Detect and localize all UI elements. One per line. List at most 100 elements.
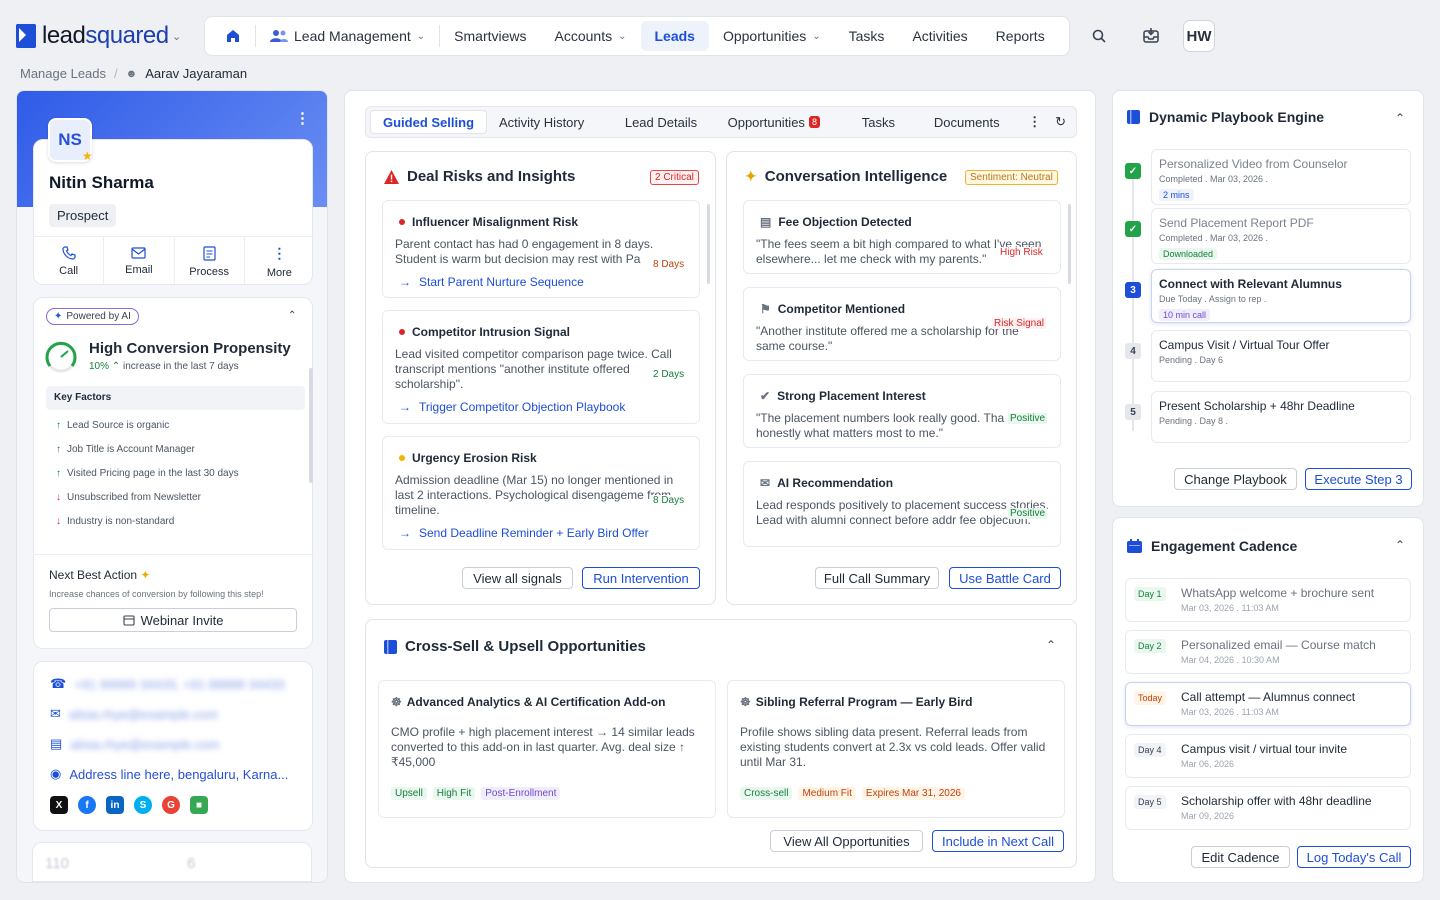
warning-icon bbox=[384, 169, 399, 184]
address-row[interactable]: ◉ Address line here, bengaluru, Karna... bbox=[50, 766, 288, 782]
breadcrumb-root[interactable]: Manage Leads bbox=[20, 66, 106, 81]
home-icon bbox=[225, 28, 241, 44]
more-button[interactable]: ⋮ More bbox=[245, 237, 314, 286]
playbook-step[interactable]: Personalized Video from Counselor Comple… bbox=[1151, 149, 1411, 205]
collapse-icon[interactable]: ⌃ bbox=[1395, 538, 1405, 552]
call-button[interactable]: Call bbox=[34, 237, 105, 286]
scrollbar[interactable] bbox=[309, 368, 313, 483]
user-avatar[interactable]: HW bbox=[1183, 20, 1215, 52]
log-todays-call-button[interactable]: Log Today's Call bbox=[1297, 846, 1411, 868]
home-button[interactable] bbox=[211, 21, 255, 51]
playbook-step-current[interactable]: Connect with Relevant Alumnus Due Today … bbox=[1151, 269, 1411, 323]
module-label: Lead Management bbox=[294, 28, 411, 44]
start-parent-nurture-link[interactable]: → Start Parent Nurture Sequence bbox=[399, 275, 584, 289]
conversation-intelligence-panel: ✦ Conversation Intelligence Sentiment: N… bbox=[726, 151, 1077, 605]
tab-tasks[interactable]: Tasks bbox=[843, 110, 913, 134]
view-all-signals-button[interactable]: View all signals bbox=[462, 567, 573, 589]
opportunity-card[interactable]: ☸ Sibling Referral Program — Early Bird P… bbox=[727, 680, 1065, 818]
process-button[interactable]: Process bbox=[175, 237, 245, 286]
webinar-invite-button[interactable]: Webinar Invite bbox=[49, 608, 297, 632]
check-icon: ✓ bbox=[1125, 221, 1141, 237]
mail-icon: ✉ bbox=[50, 706, 61, 721]
phone-icon: ☎ bbox=[50, 676, 67, 691]
arrow-down-icon: ↓ bbox=[56, 492, 61, 503]
email-button[interactable]: Email bbox=[104, 237, 175, 286]
scrollbar[interactable] bbox=[1068, 204, 1071, 284]
edit-cadence-button[interactable]: Edit Cadence bbox=[1191, 846, 1290, 868]
cadence-item[interactable]: Day 1 WhatsApp welcome + brochure sent M… bbox=[1125, 578, 1411, 622]
playbook-step[interactable]: Send Placement Report PDF Completed . Ma… bbox=[1151, 208, 1411, 264]
tab-documents[interactable]: Documents bbox=[913, 110, 1020, 134]
sentiment-badge: Sentiment: Neutral bbox=[965, 170, 1058, 185]
risk-item: Influencer Misalignment Risk Parent cont… bbox=[382, 200, 700, 298]
cadence-item[interactable]: Day 2 Personalized email — Course match … bbox=[1125, 630, 1411, 674]
search-icon[interactable] bbox=[1084, 21, 1114, 51]
nav-activities[interactable]: Activities bbox=[898, 21, 981, 51]
step-number: 5 bbox=[1125, 404, 1141, 420]
send-deadline-reminder-link[interactable]: → Send Deadline Reminder + Early Bird Off… bbox=[399, 526, 649, 540]
facebook-icon[interactable]: f bbox=[78, 796, 96, 814]
day-badge: Today bbox=[1134, 691, 1167, 705]
execute-step-button[interactable]: Execute Step 3 bbox=[1305, 468, 1412, 490]
more-vertical-icon: ⋮ bbox=[272, 244, 287, 261]
nav-tasks[interactable]: Tasks bbox=[835, 21, 899, 51]
nav-leads[interactable]: Leads bbox=[640, 21, 709, 51]
chat-icon[interactable]: ■ bbox=[190, 796, 208, 814]
x-icon[interactable]: X bbox=[50, 796, 68, 814]
change-playbook-button[interactable]: Change Playbook bbox=[1174, 468, 1297, 490]
playbook-step[interactable]: Campus Visit / Virtual Tour Offer Pendin… bbox=[1151, 330, 1411, 382]
include-in-next-call-button[interactable]: Include in Next Call bbox=[932, 830, 1064, 852]
tab-opportunities[interactable]: Opportunities 8 bbox=[716, 110, 844, 134]
nav-reports[interactable]: Reports bbox=[982, 21, 1059, 51]
factor-item: ↓ Industry is non-standard bbox=[56, 516, 175, 527]
document-icon bbox=[203, 245, 216, 261]
tab-activity-history[interactable]: Activity History bbox=[487, 110, 613, 134]
run-intervention-button[interactable]: Run Intervention bbox=[582, 567, 700, 589]
use-battle-card-button[interactable]: Use Battle Card bbox=[949, 567, 1061, 589]
gauge-icon bbox=[44, 340, 78, 374]
tab-bar: Guided Selling Activity History Lead Det… bbox=[365, 106, 1077, 138]
day-badge: Day 2 bbox=[1134, 639, 1166, 653]
trigger-competitor-playbook-link[interactable]: → Trigger Competitor Objection Playbook bbox=[399, 400, 625, 414]
tab-guided-selling[interactable]: Guided Selling bbox=[370, 110, 488, 134]
refresh-icon[interactable]: ↻ bbox=[1049, 110, 1072, 134]
guided-selling-panel: Guided Selling Activity History Lead Det… bbox=[344, 90, 1096, 883]
cross-sell-panel: Cross-Sell & Upsell Opportunities ⌃ ☸ Adv… bbox=[365, 619, 1077, 868]
more-vertical-icon[interactable]: ⋮ bbox=[1020, 110, 1049, 134]
collapse-icon[interactable]: ⌃ bbox=[1395, 111, 1405, 125]
brand-name-a: lead bbox=[42, 22, 86, 49]
brand-logo[interactable]: leadsquared bbox=[16, 22, 169, 50]
more-vertical-icon[interactable]: ⋮ bbox=[295, 109, 310, 127]
cadence-item[interactable]: Day 5 Scholarship offer with 48hr deadli… bbox=[1125, 786, 1411, 830]
opportunity-card[interactable]: ☸ Advanced Analytics & AI Certification A… bbox=[378, 680, 716, 818]
tab-lead-details[interactable]: Lead Details bbox=[613, 110, 716, 134]
stats-card: 110 6 bbox=[32, 842, 312, 882]
panel-title: Dynamic Playbook Engine bbox=[1149, 109, 1325, 125]
scrollbar[interactable] bbox=[707, 204, 710, 284]
full-call-summary-button[interactable]: Full Call Summary bbox=[815, 567, 939, 589]
step-tag: 10 min call bbox=[1159, 309, 1211, 321]
module-switcher[interactable]: Lead Management ⌄ bbox=[256, 21, 439, 51]
panel-title: Conversation Intelligence bbox=[764, 168, 948, 185]
location-pin-icon: ◉ bbox=[50, 766, 62, 781]
nav-opportunities[interactable]: Opportunities ⌄ bbox=[709, 21, 835, 51]
inbox-icon[interactable] bbox=[1136, 21, 1166, 51]
ai-propensity-card: ✦ Powered by AI ⌃ High Conversion Propen… bbox=[33, 297, 314, 649]
panel-title: Deal Risks and Insights bbox=[407, 168, 576, 185]
cadence-item-today[interactable]: Today Call attempt — Alumnus connect Mar… bbox=[1125, 682, 1411, 726]
playbook-step[interactable]: Present Scholarship + 48hr Deadline Pend… bbox=[1151, 391, 1411, 443]
cadence-item[interactable]: Day 4 Campus visit / virtual tour invite… bbox=[1125, 734, 1411, 778]
collapse-icon[interactable]: ⌃ bbox=[288, 310, 296, 321]
nav-accounts[interactable]: Accounts ⌄ bbox=[541, 21, 641, 51]
google-plus-icon[interactable]: G bbox=[162, 796, 180, 814]
chevron-down-icon[interactable]: ⌄ bbox=[172, 30, 181, 43]
users-icon bbox=[270, 29, 288, 43]
collapse-icon[interactable]: ⌃ bbox=[1046, 638, 1056, 652]
tag: Upsell bbox=[391, 787, 427, 800]
linkedin-icon[interactable]: in bbox=[106, 796, 124, 814]
star-icon: ★ bbox=[82, 149, 93, 163]
skype-icon[interactable]: S bbox=[134, 796, 152, 814]
social-links: X f in S G ■ bbox=[50, 796, 208, 814]
nav-smartviews[interactable]: Smartviews bbox=[440, 21, 540, 51]
view-all-opportunities-button[interactable]: View All Opportunities bbox=[770, 830, 923, 852]
